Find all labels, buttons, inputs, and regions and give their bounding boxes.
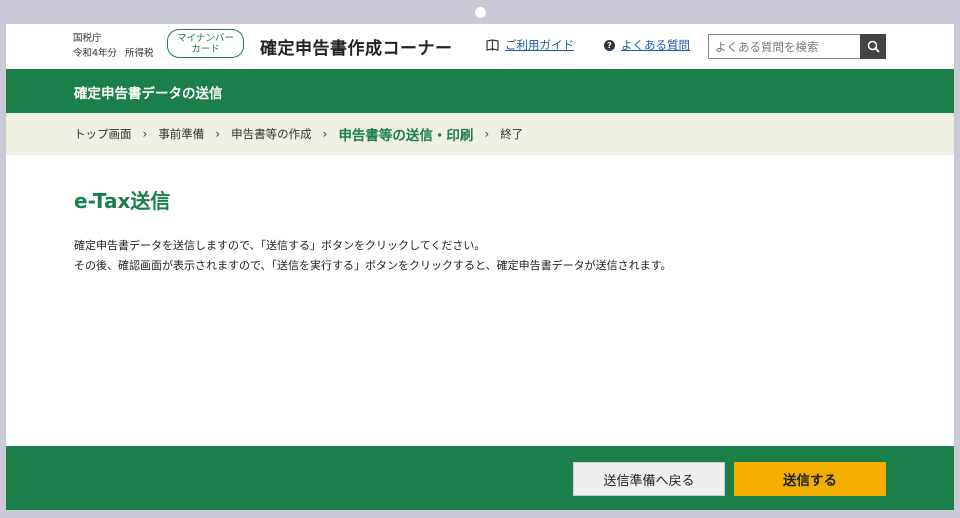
- section-header: 確定申告書データの送信: [6, 69, 954, 113]
- search-icon: [867, 40, 880, 53]
- search-button[interactable]: [860, 34, 886, 59]
- section-title: 確定申告書データの送信: [74, 86, 223, 102]
- chevron-right-icon: ›: [322, 127, 328, 141]
- instruction-line-2: その後、確認画面が表示されますので、「送信を実行する」ボタンをクリックすると、確…: [74, 259, 672, 272]
- action-bar: 送信準備へ戻る 送信する: [6, 446, 954, 510]
- agency-name: 国税庁: [73, 33, 102, 44]
- guide-link-label: ご利用ガイド: [505, 38, 574, 52]
- chevron-right-icon: ›: [484, 127, 490, 141]
- chevron-right-icon: ›: [215, 127, 221, 141]
- breadcrumb-step: 事前準備: [158, 127, 205, 141]
- breadcrumb: トップ画面 › 事前準備 › 申告書等の作成 › 申告書等の送信・印刷 › 終了: [6, 113, 954, 155]
- tax-year: 令和4年分: [73, 48, 118, 59]
- breadcrumb-step: 終了: [500, 127, 524, 141]
- back-to-preparation-button[interactable]: 送信準備へ戻る: [573, 462, 725, 496]
- breadcrumb-step: 申告書等の作成: [231, 127, 312, 141]
- guide-link[interactable]: ご利用ガイド: [486, 37, 574, 53]
- instruction-text: 確定申告書データを送信しますので、「送信する」ボタンをクリックしてください。 そ…: [74, 236, 672, 276]
- faq-link-label: よくある質問: [621, 38, 690, 52]
- corner-title: 確定申告書作成コーナー: [260, 39, 453, 59]
- faq-link[interactable]: ? よくある質問: [604, 37, 690, 53]
- page-title: e-Tax送信: [74, 189, 171, 213]
- book-icon: [486, 39, 499, 51]
- mynumber-card-badge: マイナンバー カード: [167, 29, 244, 58]
- browser-viewport: 国税庁 令和4年分 所得税 マイナンバー カード 確定申告書作成コーナー ご利用ガ…: [6, 24, 954, 510]
- question-icon: ?: [604, 39, 615, 51]
- chevron-right-icon: ›: [142, 127, 148, 141]
- breadcrumb-step: トップ画面: [74, 127, 132, 141]
- main-content: e-Tax送信 確定申告書データを送信しますので、「送信する」ボタンをクリックし…: [74, 185, 672, 276]
- tax-type: 所得税: [125, 48, 154, 59]
- faq-search-input[interactable]: [708, 34, 861, 59]
- instruction-line-1: 確定申告書データを送信しますので、「送信する」ボタンをクリックしてください。: [74, 239, 486, 252]
- send-button[interactable]: 送信する: [734, 462, 886, 496]
- site-header: 国税庁 令和4年分 所得税 マイナンバー カード 確定申告書作成コーナー ご利用ガ…: [6, 24, 954, 69]
- breadcrumb-current-step: 申告書等の送信・印刷: [338, 128, 474, 144]
- device-camera: [475, 7, 486, 18]
- agency-info: 国税庁 令和4年分 所得税: [73, 31, 154, 61]
